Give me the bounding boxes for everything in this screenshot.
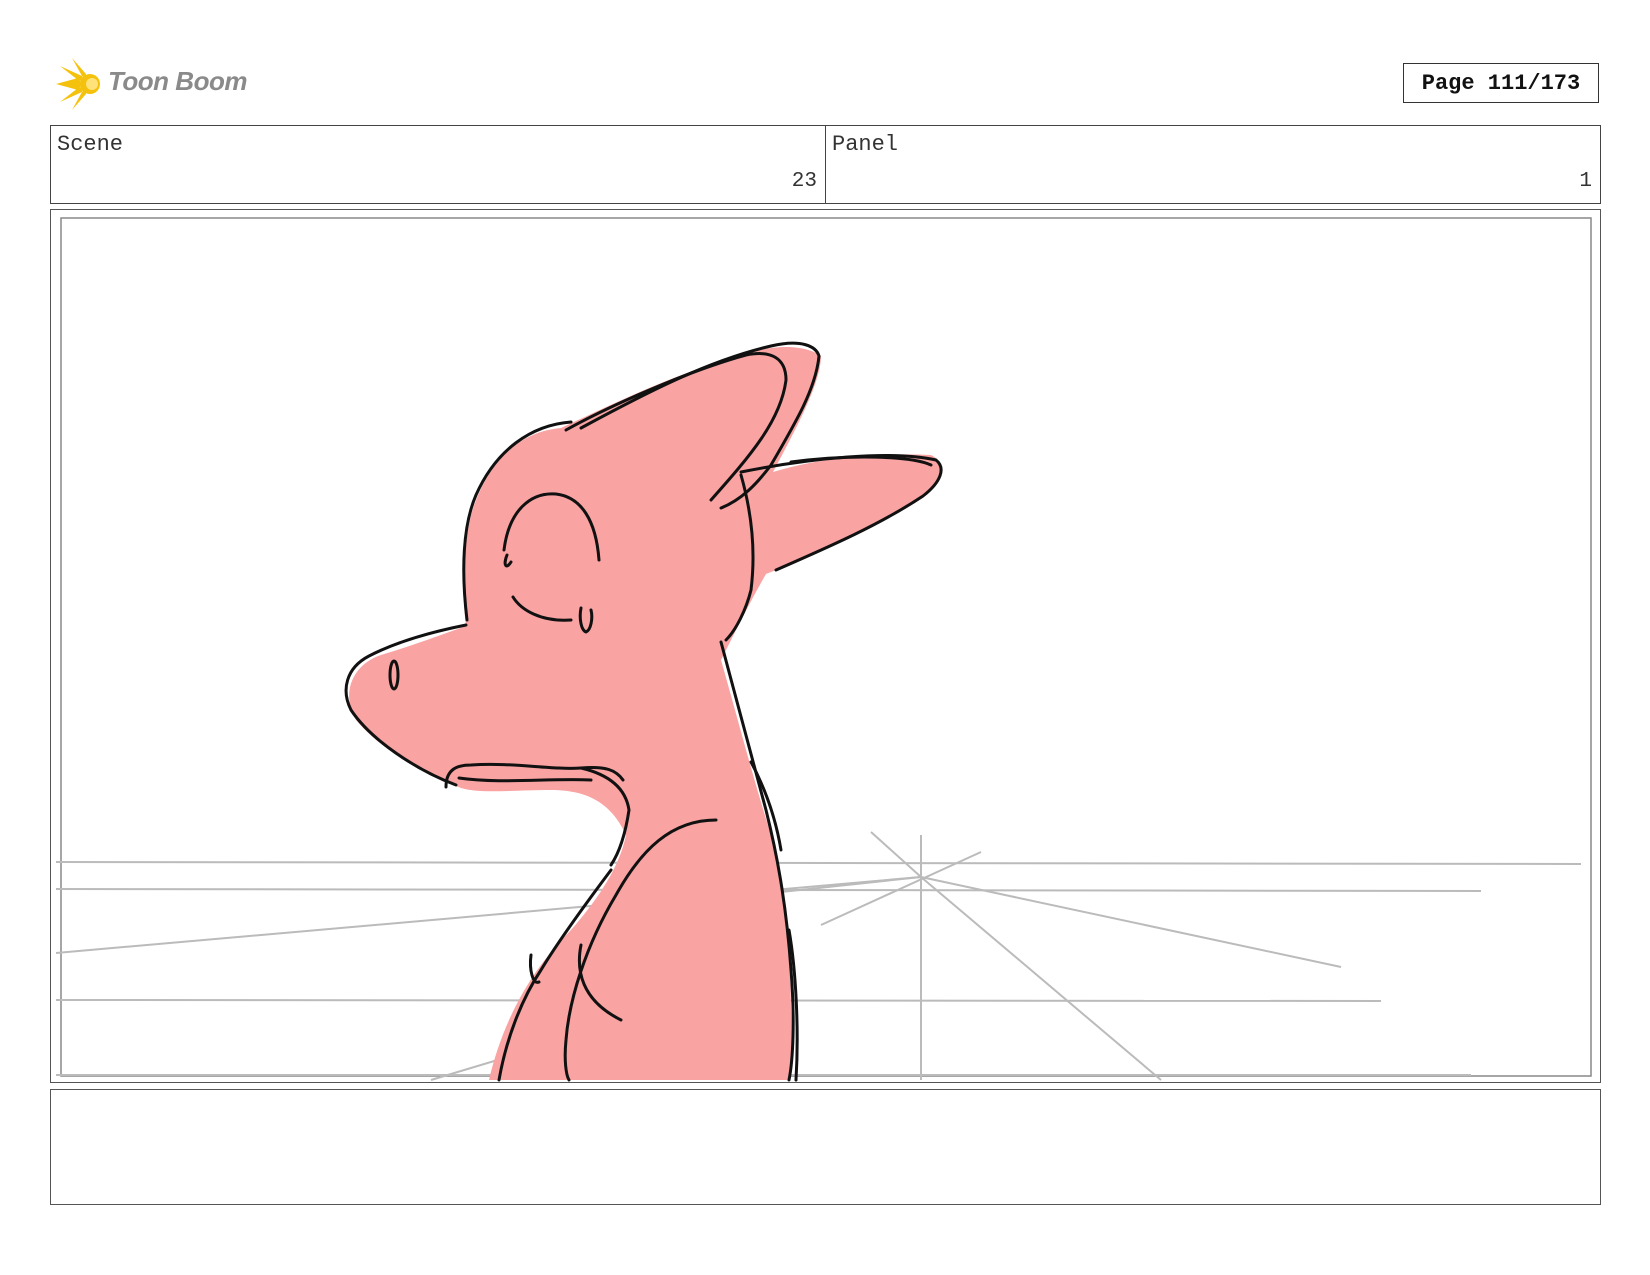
safe-area-frame [60,217,1592,1077]
scene-label: Scene [57,132,124,157]
panel-notes [50,1089,1601,1205]
page-indicator: Page 111/173 [1403,63,1599,103]
scene-cell: Scene 23 [51,126,825,203]
panel-cell: Panel 1 [825,126,1600,203]
toon-boom-logo: Toon Boom [52,56,252,112]
panel-drawing [55,217,1592,1082]
panel-number: 1 [1579,170,1592,193]
storyboard-panel [50,209,1601,1083]
starburst-logo-icon [56,58,100,110]
logo-wordmark: Toon Boom [108,66,247,96]
panel-label: Panel [832,132,899,157]
scene-panel-info: Scene 23 Panel 1 [50,125,1601,204]
perspective-guides [55,831,1582,1081]
scene-number: 23 [791,170,817,193]
